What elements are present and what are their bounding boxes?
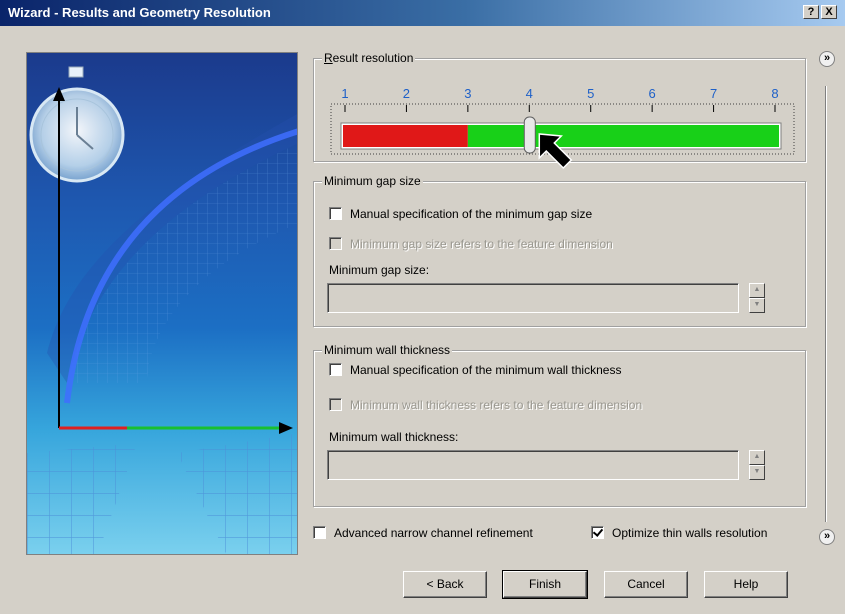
min-wall-legend: Minimum wall thickness	[322, 343, 453, 357]
cancel-button[interactable]: Cancel	[604, 571, 688, 598]
min-wall-feature-checkbox[interactable]: Minimum wall thickness refers to the fea…	[329, 397, 642, 413]
expand-bottom-icon[interactable]: »	[819, 529, 835, 545]
side-divider	[825, 86, 827, 522]
min-wall-manual-label: Manual specification of the minimum wall…	[350, 363, 622, 377]
help-icon[interactable]: ?	[803, 5, 819, 19]
spin-down-icon[interactable]: ▼	[749, 465, 765, 480]
spin-up-icon[interactable]: ▲	[749, 283, 765, 298]
min-gap-legend: Minimum gap size	[322, 174, 423, 188]
slider-tick-label: 4	[526, 86, 533, 101]
close-icon[interactable]: X	[821, 5, 837, 19]
spin-up-icon[interactable]: ▲	[749, 450, 765, 465]
thin-walls-label: Optimize thin walls resolution	[612, 526, 768, 540]
slider-high-segment	[467, 125, 779, 147]
checkbox-box[interactable]	[329, 398, 342, 411]
slider-tick-label: 3	[464, 86, 471, 101]
slider-low-segment	[343, 125, 468, 147]
slider-tick-label: 1	[341, 86, 348, 101]
min-gap-feature-label: Minimum gap size refers to the feature d…	[350, 237, 613, 251]
help-button[interactable]: Help	[704, 571, 788, 598]
checkbox-box[interactable]	[329, 363, 342, 376]
min-gap-spinner[interactable]: ▲ ▼	[749, 283, 765, 313]
result-resolution-slider[interactable]: 1 2 3 4 5 6 7 8	[329, 82, 797, 170]
min-gap-field-label: Minimum gap size:	[329, 263, 430, 277]
expand-top-icon[interactable]: »	[819, 51, 835, 67]
finish-button[interactable]: Finish	[502, 570, 588, 599]
title-bar: Wizard - Results and Geometry Resolution	[0, 0, 845, 26]
wizard-illustration	[26, 52, 298, 555]
stopwatch-icon	[29, 66, 125, 183]
back-button[interactable]: < Back	[403, 571, 487, 598]
min-wall-spinner[interactable]: ▲ ▼	[749, 450, 765, 480]
min-wall-feature-label: Minimum wall thickness refers to the fea…	[350, 398, 643, 412]
slider-tick-label: 8	[771, 86, 778, 101]
min-gap-feature-checkbox[interactable]: Minimum gap size refers to the feature d…	[329, 236, 613, 252]
slider-thumb[interactable]	[523, 116, 536, 154]
checkbox-box[interactable]	[329, 237, 342, 250]
min-wall-field-label: Minimum wall thickness:	[329, 430, 459, 444]
min-gap-manual-checkbox[interactable]: Manual specification of the minimum gap …	[329, 206, 592, 222]
slider-tick-label: 6	[649, 86, 656, 101]
min-gap-input[interactable]	[327, 283, 739, 313]
thin-walls-checkbox[interactable]: Optimize thin walls resolution	[591, 525, 767, 541]
min-wall-manual-checkbox[interactable]: Manual specification of the minimum wall…	[329, 362, 621, 378]
narrow-channel-checkbox[interactable]: Advanced narrow channel refinement	[313, 525, 533, 541]
slider-tick-label: 7	[710, 86, 717, 101]
checkbox-box[interactable]	[329, 207, 342, 220]
result-resolution-legend: Result resolution	[322, 51, 416, 65]
spin-down-icon[interactable]: ▼	[749, 298, 765, 313]
min-wall-input[interactable]	[327, 450, 739, 480]
narrow-channel-label: Advanced narrow channel refinement	[334, 526, 533, 540]
window-title: Wizard - Results and Geometry Resolution	[8, 5, 271, 20]
slider-tick-label: 2	[403, 86, 410, 101]
min-gap-manual-label: Manual specification of the minimum gap …	[350, 207, 593, 221]
checkbox-box[interactable]	[313, 526, 326, 539]
slider-tick-label: 5	[587, 86, 594, 101]
checkbox-box[interactable]	[591, 526, 604, 539]
